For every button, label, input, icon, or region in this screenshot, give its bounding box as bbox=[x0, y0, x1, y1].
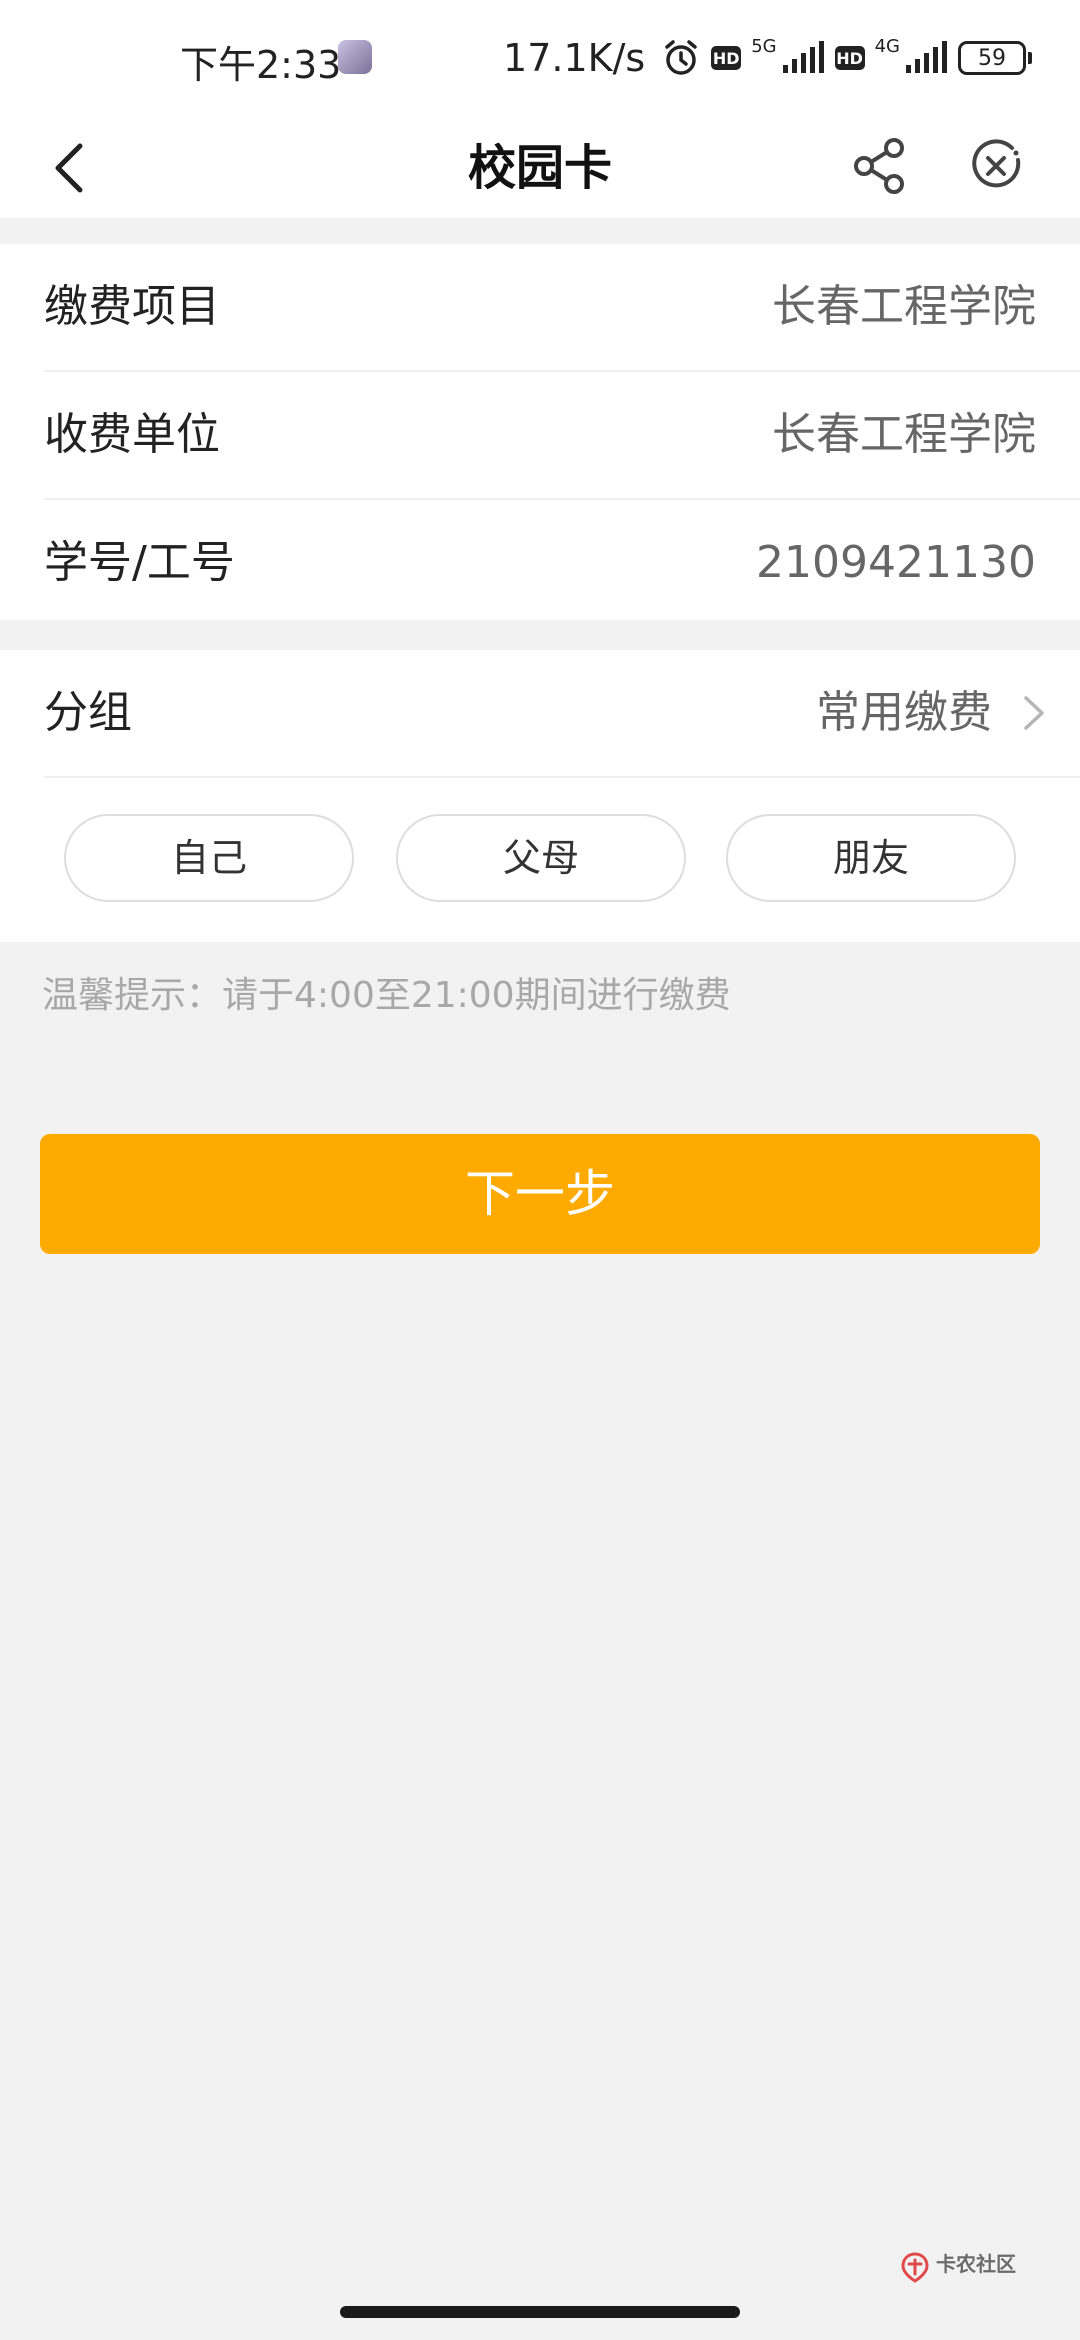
payee-row: 收费单位 长春工程学院 bbox=[0, 372, 1080, 498]
nav-bar: 校园卡 bbox=[0, 118, 1080, 218]
payment-item-label: 缴费项目 bbox=[44, 281, 220, 332]
hd-badge: HD bbox=[711, 46, 742, 70]
group-chip-parents[interactable]: 父母 bbox=[396, 814, 686, 902]
student-id-label: 学号/工号 bbox=[44, 537, 235, 588]
watermark-logo-icon bbox=[901, 2252, 929, 2283]
group-chip-self[interactable]: 自己 bbox=[64, 814, 354, 902]
watermark: 卡农社区 bbox=[898, 2248, 1028, 2288]
payment-item-value: 长春工程学院 bbox=[772, 281, 1036, 332]
status-time: 下午2:33 bbox=[180, 43, 342, 87]
next-step-button[interactable]: 下一步 bbox=[40, 1134, 1040, 1254]
group-label: 分组 bbox=[44, 687, 132, 738]
signal-icon bbox=[782, 41, 824, 73]
network-label-4g: 4G bbox=[874, 35, 900, 57]
watermark-text: 卡农社区 bbox=[936, 2252, 1016, 2276]
battery-indicator: 59 bbox=[958, 41, 1032, 75]
share-icon[interactable] bbox=[848, 134, 912, 198]
page-title: 校园卡 bbox=[467, 140, 612, 196]
status-bar: 下午2:33 17.1K/s HD 5G HD 4G 59 bbox=[0, 0, 1080, 118]
payment-item-row: 缴费项目 长春工程学院 bbox=[0, 244, 1080, 370]
group-value: 常用缴费 bbox=[816, 687, 992, 738]
payment-info-card: 缴费项目 长春工程学院 收费单位 长春工程学院 学号/工号 2109421130 bbox=[0, 244, 1080, 620]
status-right-group: 17.1K/s HD 5G HD 4G 59 bbox=[503, 30, 1032, 86]
home-indicator[interactable] bbox=[340, 2306, 740, 2318]
student-id-row: 学号/工号 2109421130 bbox=[0, 500, 1080, 626]
network-label-5g: 5G bbox=[751, 35, 777, 57]
payment-tip: 温馨提示：请于4:00至21:00期间进行缴费 bbox=[42, 975, 731, 1016]
payee-value: 长春工程学院 bbox=[772, 409, 1036, 460]
net-speed: 17.1K/s bbox=[503, 36, 646, 80]
alarm-icon bbox=[665, 40, 697, 75]
group-row[interactable]: 分组 常用缴费 bbox=[0, 650, 1080, 776]
group-chip-friends[interactable]: 朋友 bbox=[726, 814, 1016, 902]
close-icon[interactable] bbox=[964, 134, 1028, 198]
notification-avatar-icon bbox=[338, 40, 372, 74]
signal-icon-2 bbox=[906, 41, 947, 73]
row-divider bbox=[44, 776, 1080, 778]
chevron-right-icon bbox=[1024, 696, 1044, 730]
student-id-value: 2109421130 bbox=[756, 537, 1036, 588]
hd-badge-2: HD bbox=[834, 46, 865, 70]
back-arrow-icon[interactable] bbox=[40, 136, 104, 200]
payee-label: 收费单位 bbox=[44, 409, 220, 460]
